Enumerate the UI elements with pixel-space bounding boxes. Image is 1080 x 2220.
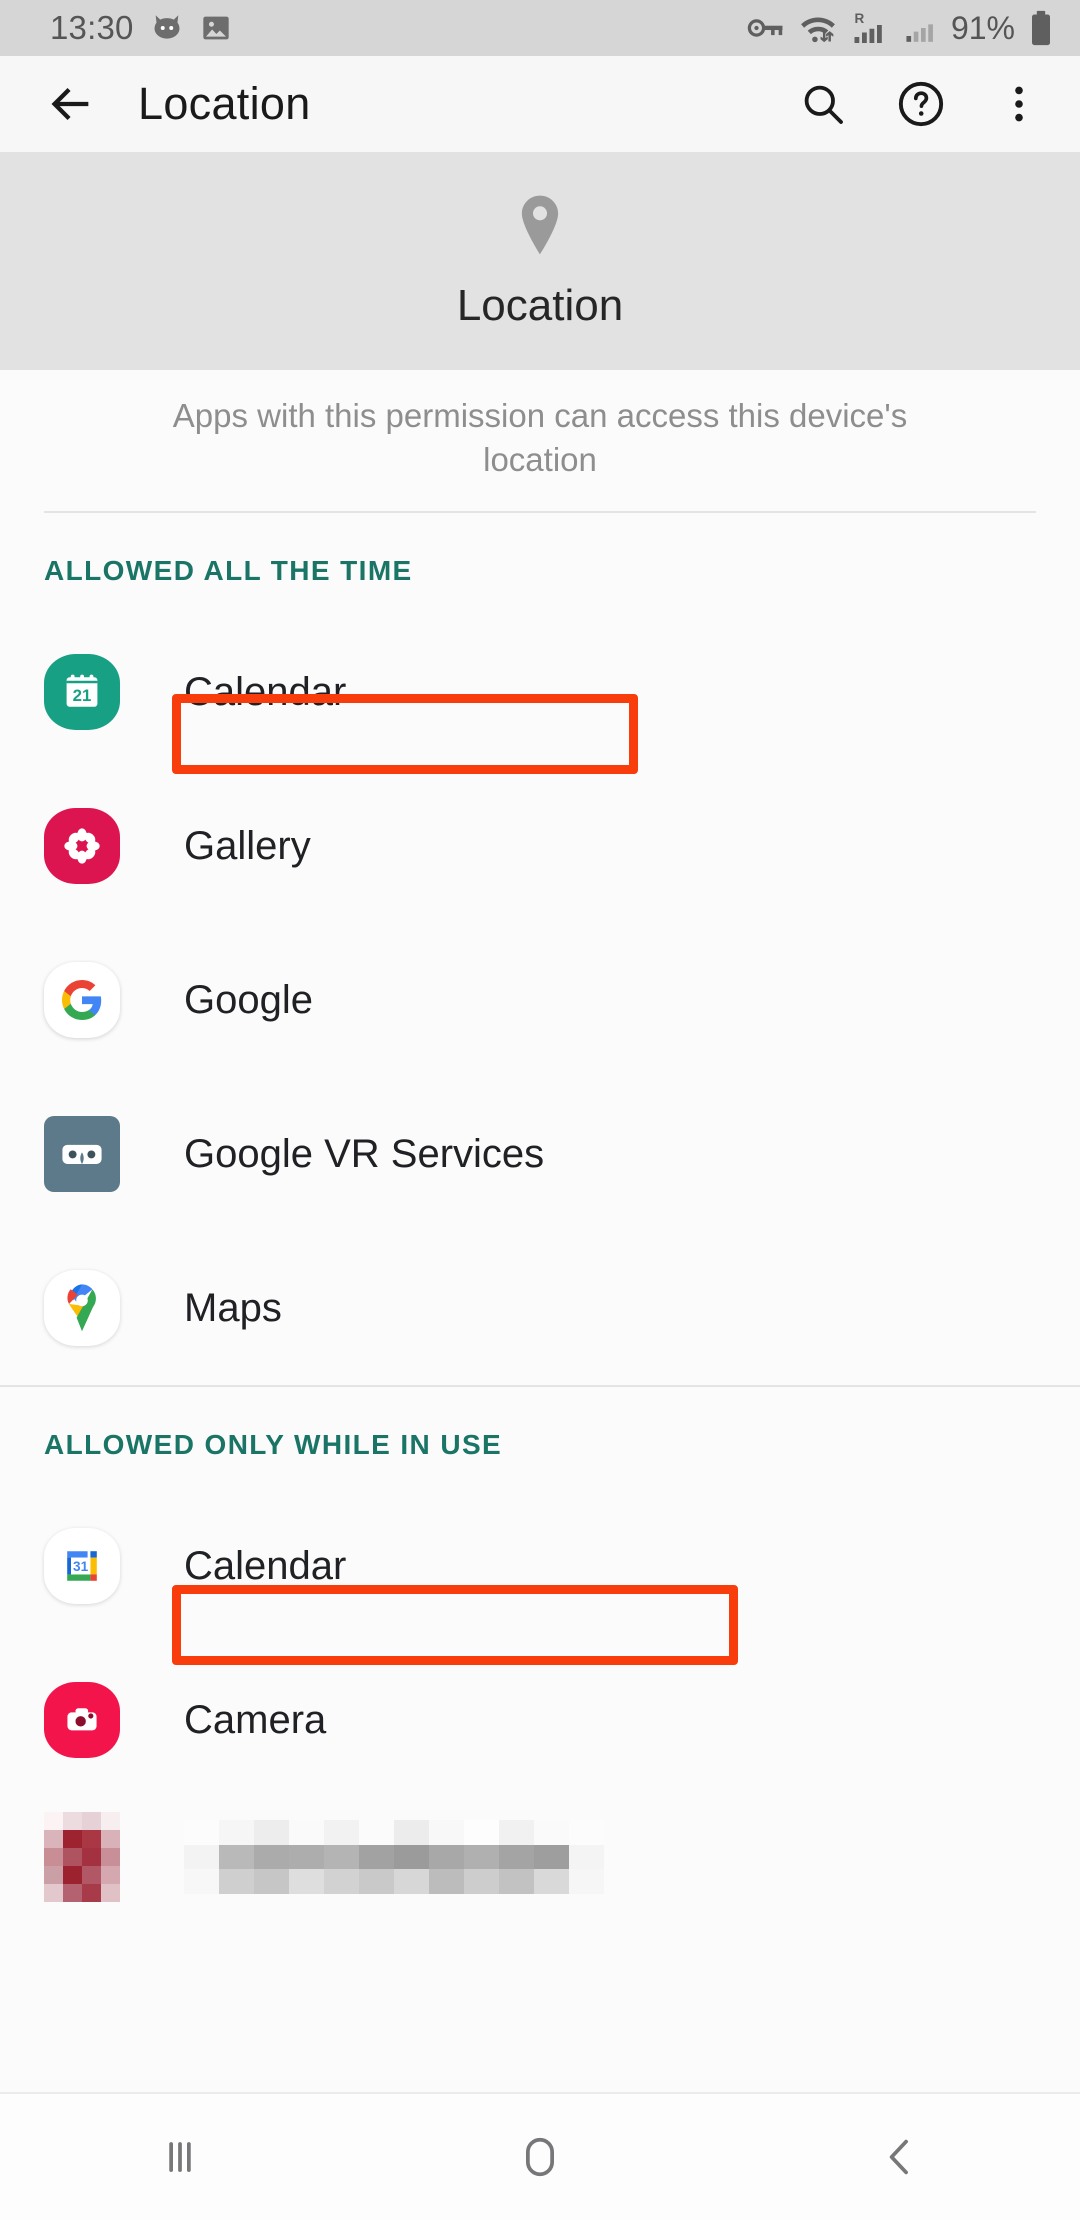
- app-label: Camera: [184, 1697, 327, 1742]
- battery-icon: [1028, 10, 1054, 46]
- recents-icon[interactable]: [120, 2097, 240, 2217]
- content-area: Location Apps with this permission can a…: [0, 152, 1080, 1917]
- back-arrow-icon[interactable]: [44, 77, 98, 131]
- permission-banner: Location: [0, 152, 1080, 370]
- location-pin-icon: [512, 192, 568, 265]
- section-header-allowed-all-the-time: ALLOWED ALL THE TIME: [44, 555, 413, 587]
- app-label: Gallery: [184, 823, 311, 868]
- page-title: Location: [138, 78, 311, 129]
- samsung-camera-icon: [44, 1682, 120, 1759]
- svg-text:31: 31: [73, 1559, 89, 1574]
- app-row-google-vr-services[interactable]: Google VR Services: [0, 1077, 1080, 1231]
- home-icon[interactable]: [480, 2097, 600, 2217]
- samsung-calendar-icon: 21: [44, 654, 120, 731]
- status-bar-clock: 13:30: [50, 9, 134, 46]
- app-label: Google: [184, 977, 313, 1022]
- image-icon: [200, 12, 232, 44]
- redacted-app-label: [184, 1820, 604, 1895]
- google-g-icon: [44, 962, 120, 1039]
- roaming-signal-icon: R: [851, 10, 891, 46]
- help-circle-icon[interactable]: [894, 77, 948, 131]
- overflow-menu-icon[interactable]: [992, 77, 1046, 131]
- redacted-app-row[interactable]: [0, 1797, 1080, 1917]
- status-bar-right: R 91%: [747, 10, 1054, 47]
- back-icon[interactable]: [840, 2097, 960, 2217]
- app-label: Calendar: [184, 1543, 347, 1588]
- signal-icon: [904, 12, 938, 44]
- status-bar: 13:30 R 91%: [0, 0, 1080, 56]
- google-vr-icon: [44, 1116, 120, 1193]
- app-row-calendar-google[interactable]: 31 Calendar: [0, 1489, 1080, 1643]
- section-header-allowed-only-while-in-use: ALLOWED ONLY WHILE IN USE: [44, 1429, 503, 1461]
- app-label: Calendar: [184, 669, 347, 714]
- vpn-key-icon: [747, 13, 785, 43]
- app-row-gallery[interactable]: Gallery: [0, 769, 1080, 923]
- app-row-maps[interactable]: Maps: [0, 1231, 1080, 1385]
- banner-title: Location: [456, 280, 624, 330]
- battery-percent-label: 91%: [950, 9, 1015, 46]
- google-maps-pin-icon: [44, 1270, 120, 1347]
- samsung-gallery-icon: [44, 808, 120, 885]
- permission-description: Apps with this permission can access thi…: [172, 397, 908, 478]
- svg-text:R: R: [854, 11, 864, 26]
- redacted-app-icon: [44, 1812, 120, 1903]
- search-icon[interactable]: [796, 77, 850, 131]
- app-row-camera[interactable]: Camera: [0, 1643, 1080, 1797]
- google-calendar-icon: 31: [44, 1528, 120, 1605]
- app-label: Maps: [184, 1285, 282, 1330]
- system-nav-bar: [0, 2092, 1080, 2220]
- app-row-calendar-samsung[interactable]: 21 Calendar: [0, 615, 1080, 769]
- toolbar-actions: [796, 77, 1046, 131]
- wifi-icon: [798, 11, 838, 45]
- cat-face-icon: [150, 11, 184, 45]
- app-label: Google VR Services: [184, 1131, 545, 1176]
- svg-text:21: 21: [73, 686, 92, 705]
- app-row-google[interactable]: Google: [0, 923, 1080, 1077]
- status-bar-left: 13:30: [50, 9, 232, 47]
- app-toolbar: Location: [0, 56, 1080, 152]
